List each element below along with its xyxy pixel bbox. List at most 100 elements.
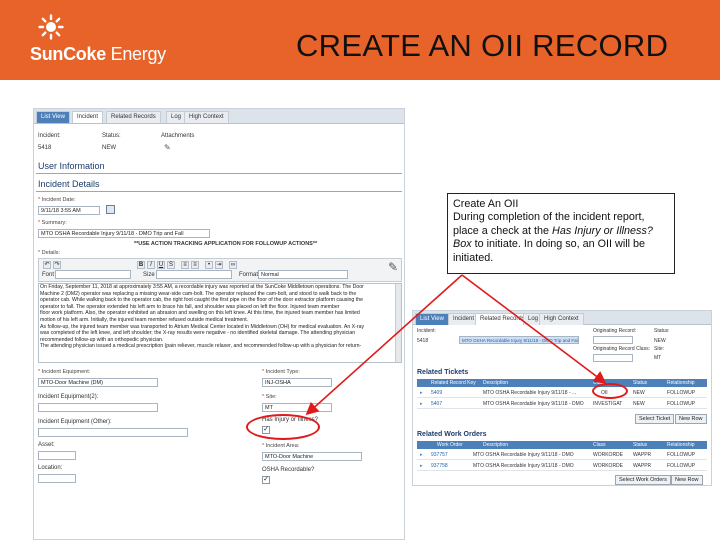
list-button[interactable]: • <box>205 261 213 269</box>
work-order-number[interactable]: 937758 <box>431 463 448 469</box>
select-work-orders-button[interactable]: Select Work Orders <box>615 475 671 485</box>
underline-button[interactable]: U <box>157 261 165 269</box>
new-row-button[interactable]: New Row <box>675 414 707 424</box>
related-tickets-title[interactable]: Related Tickets <box>417 369 468 376</box>
originating-class-label: Originating Record Class: <box>593 346 650 352</box>
redo-button[interactable]: ↷ <box>53 261 61 269</box>
incident-details-heading[interactable]: Incident Details <box>38 179 100 189</box>
row-expand-icon[interactable]: ▸ <box>420 463 423 469</box>
incident-equipment2-field[interactable] <box>38 403 158 412</box>
status-value-2: NEW <box>654 338 666 344</box>
summary-field[interactable]: MTO OSHA Recordable Injury 9/11/18 - DMO… <box>38 229 210 238</box>
tab-incident[interactable]: Incident <box>72 111 104 123</box>
work-order-status: WAPPR <box>633 463 652 469</box>
strike-button[interactable]: S <box>167 261 175 269</box>
incident-summary-field[interactable]: MTO OSHA Recordable Injury 9/11/18 - DMO… <box>459 336 579 344</box>
col-description[interactable]: Description <box>483 380 508 386</box>
status-label: Status: <box>102 133 121 139</box>
align-center-button[interactable]: ≡ <box>191 261 199 269</box>
incident-type-field[interactable]: INJ-OSHA <box>262 378 332 387</box>
col-description[interactable]: Description <box>483 442 508 448</box>
work-order-description: MTO OSHA Recordable Injury 9/11/18 - DMO <box>473 463 574 469</box>
originating-record-field[interactable] <box>593 336 633 344</box>
oii-ticket-highlight-oval <box>592 383 628 399</box>
ticket-relationship: FOLLOWUP <box>667 401 696 407</box>
table-row[interactable]: ▸ 5407 MTO OSHA Recordable Injury 9/11/1… <box>417 399 707 409</box>
tab-related-records[interactable]: Related Records <box>106 111 161 123</box>
ticket-key[interactable]: 5409 <box>431 390 442 396</box>
table-row[interactable]: ▸ 5409 MTO OSHA Recordable Injury 9/11/1… <box>417 388 707 398</box>
incident-equipment-other-label: Incident Equipment (Other): <box>38 419 112 425</box>
work-order-status: WAPPR <box>633 452 652 458</box>
italic-button[interactable]: I <box>147 261 155 269</box>
work-order-description: MTO OSHA Recordable Injury 9/11/18 - DMO <box>473 452 574 458</box>
row-expand-icon[interactable]: ▸ <box>420 452 423 458</box>
originating-class-field[interactable] <box>593 354 633 362</box>
new-row-button-2[interactable]: New Row <box>671 475 703 485</box>
col-relationship[interactable]: Relationship <box>667 380 695 386</box>
details-scrollbar[interactable] <box>395 284 401 362</box>
incident-area-field[interactable]: MTO-Door Machine <box>262 452 362 461</box>
user-information-heading[interactable]: User Information <box>38 161 105 171</box>
work-orders-header-row: Work Order Description Class Status Rela… <box>417 441 707 449</box>
incident-equipment-field[interactable]: MTO-Door Machine (DM) <box>38 378 158 387</box>
font-select[interactable] <box>55 270 131 279</box>
select-ticket-button[interactable]: Select Ticket <box>635 414 675 424</box>
col-class[interactable]: Class <box>593 442 606 448</box>
align-left-button[interactable]: ≡ <box>181 261 189 269</box>
originating-record-label: Originating Record: <box>593 328 637 334</box>
tab-list-view-2[interactable]: List View <box>415 313 449 325</box>
row-expand-icon[interactable]: ▸ <box>420 401 423 407</box>
related-tab-bar: List View Incident Related Records Log H… <box>413 311 711 325</box>
tab-log[interactable]: Log <box>166 111 187 123</box>
incident-label: Incident: <box>38 133 61 139</box>
row-expand-icon[interactable]: ▸ <box>420 390 423 396</box>
status-label-2: Status: <box>654 328 670 334</box>
rich-text-toolbar: Font Size Format Normal B I U S ≡ ≡ • ⇥ … <box>38 258 402 282</box>
details-label: Details: <box>38 250 60 256</box>
ticket-relationship: FOLLOWUP <box>667 390 696 396</box>
incident-date-field[interactable]: 9/11/18 3:55 AM <box>38 206 100 215</box>
calendar-icon[interactable] <box>106 205 115 214</box>
has-injury-highlight-oval <box>246 414 320 440</box>
tab-high-context-2[interactable]: High Context <box>539 313 584 325</box>
action-tracking-note: **USE ACTION TRACKING APPLICATION FOR FO… <box>134 241 318 247</box>
divider <box>36 173 402 174</box>
incident-number: 5418 <box>38 145 52 151</box>
incident-equipment-other-field[interactable] <box>38 428 188 437</box>
col-work-order[interactable]: Work Order <box>437 442 463 448</box>
incident-number-2: 5418 <box>417 338 429 344</box>
size-select[interactable] <box>156 270 232 279</box>
details-narrative[interactable]: On Friday, September 11, 2018 at approxi… <box>40 284 400 362</box>
osha-recordable-checkbox[interactable]: ✓ <box>262 476 270 484</box>
col-relationship[interactable]: Relationship <box>667 442 695 448</box>
col-related-record-key[interactable]: Related Record Key <box>431 380 476 386</box>
col-status[interactable]: Status <box>633 442 647 448</box>
indent-button[interactable]: ⇥ <box>215 261 223 269</box>
table-row[interactable]: ▸ 937757 MTO OSHA Recordable Injury 9/11… <box>417 450 707 460</box>
tab-related-records-2[interactable]: Related Records <box>475 313 530 325</box>
incident-equipment-label: Incident Equipment: <box>38 369 91 375</box>
col-status[interactable]: Status <box>633 380 647 386</box>
bold-button[interactable]: B <box>137 261 145 269</box>
asset-field[interactable] <box>38 451 76 460</box>
related-work-orders-title[interactable]: Related Work Orders <box>417 431 487 438</box>
table-row[interactable]: ▸ 937758 MTO OSHA Recordable Injury 9/11… <box>417 461 707 471</box>
slide: SunCoke Energy CREATE AN OII RECORD List… <box>0 0 720 540</box>
incident-area-label: Incident Area: <box>262 443 300 449</box>
attachment-icon[interactable]: ✎ <box>164 143 171 152</box>
undo-button[interactable]: ↶ <box>43 261 51 269</box>
instruction-callout: Create An OII During completion of the i… <box>447 193 675 274</box>
ticket-key[interactable]: 5407 <box>431 401 442 407</box>
format-select[interactable]: Normal <box>258 270 348 279</box>
location-field[interactable] <box>38 474 76 483</box>
link-button[interactable]: ∞ <box>229 261 237 269</box>
tab-list-view[interactable]: List View <box>36 111 70 123</box>
work-order-class: WORKORDE <box>593 463 623 469</box>
edit-pencil-icon[interactable]: ✎ <box>388 260 398 274</box>
osha-recordable-label: OSHA Recordable? <box>262 467 315 473</box>
tab-high-context[interactable]: High Context <box>184 111 229 123</box>
work-order-number[interactable]: 937757 <box>431 452 448 458</box>
site-field[interactable]: MT <box>262 403 332 412</box>
incident-tab-bar: List View Incident Related Records Log H… <box>34 109 404 124</box>
